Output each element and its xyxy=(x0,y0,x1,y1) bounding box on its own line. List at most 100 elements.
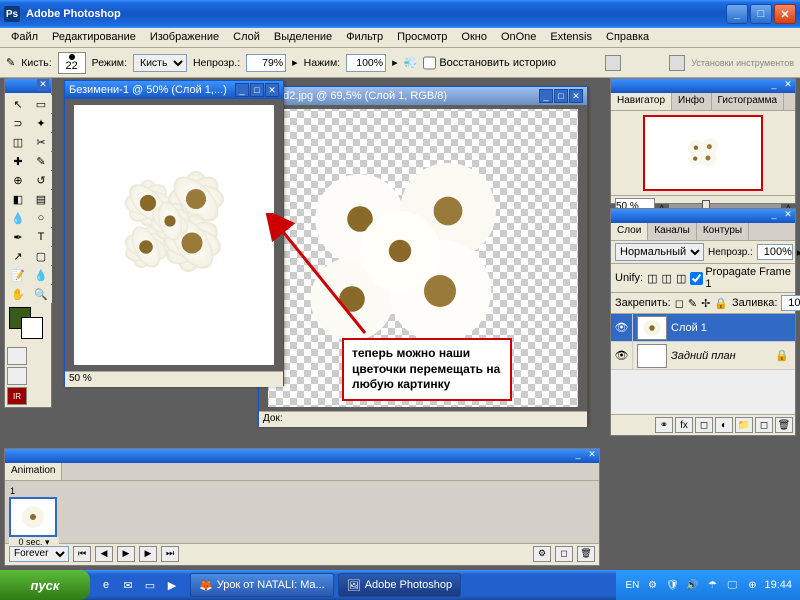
doc2-min-icon[interactable]: _ xyxy=(539,89,553,103)
start-button[interactable]: пуск xyxy=(0,570,90,600)
propagate-checkbox[interactable]: Propagate Frame 1 xyxy=(690,266,791,290)
layers-close-icon[interactable]: ✕ xyxy=(781,209,795,223)
gradient-tool[interactable]: ▤ xyxy=(30,190,52,208)
fill-input[interactable] xyxy=(781,295,800,311)
layers-min-icon[interactable]: _ xyxy=(767,209,781,223)
blur-tool[interactable]: 💧 xyxy=(7,209,29,227)
ql-desktop-icon[interactable]: ▭ xyxy=(140,574,160,596)
unify-icon-3[interactable]: ◫ xyxy=(676,272,686,285)
flow-arrow-icon[interactable]: ▸ xyxy=(392,56,398,69)
animation-close-icon[interactable]: ✕ xyxy=(585,449,599,463)
menu-extensis[interactable]: Extensis xyxy=(543,28,599,47)
ql-mail-icon[interactable]: ✉ xyxy=(118,574,138,596)
taskbar-item-2[interactable]: 🖼Adobe Photoshop xyxy=(338,573,461,597)
eyedropper-tool[interactable]: 💧 xyxy=(30,266,52,284)
anim-first-icon[interactable]: ⏮ xyxy=(73,546,91,562)
layer-adjust-icon[interactable]: ◐ xyxy=(715,417,733,433)
unify-icon-2[interactable]: ◫ xyxy=(662,272,672,285)
shape-tool[interactable]: ▢ xyxy=(30,247,52,265)
ql-player-icon[interactable]: ▶ xyxy=(162,574,182,596)
menu-file[interactable]: Файл xyxy=(4,28,45,47)
path-tool[interactable]: ↗ xyxy=(7,247,29,265)
paths-tab[interactable]: Контуры xyxy=(697,223,749,240)
opacity-input[interactable] xyxy=(246,54,286,72)
tray-icon-2[interactable]: 🛡 xyxy=(664,577,680,593)
tray-icon-1[interactable]: ⚙ xyxy=(644,577,660,593)
tray-icon-5[interactable]: 🖵 xyxy=(724,577,740,593)
layer1-thumbnail[interactable] xyxy=(637,316,667,340)
info-tab[interactable]: Инфо xyxy=(672,93,712,110)
doc1-min-icon[interactable]: _ xyxy=(235,83,249,97)
menu-view[interactable]: Просмотр xyxy=(390,28,454,47)
restore-history-checkbox[interactable]: Восстановить историю xyxy=(423,54,556,72)
heal-tool[interactable]: ✚ xyxy=(7,152,29,170)
channels-tab[interactable]: Каналы xyxy=(648,223,697,240)
lasso-tool[interactable]: ⊃ xyxy=(7,114,29,132)
doc1-titlebar[interactable]: Безимени-1 @ 50% (Слой 1,...) _□✕ xyxy=(65,81,283,99)
tray-icon-6[interactable]: ⊕ xyxy=(744,577,760,593)
menu-image[interactable]: Изображение xyxy=(143,28,226,47)
notes-tool[interactable]: 📝 xyxy=(7,266,29,284)
navigator-min-icon[interactable]: _ xyxy=(767,79,781,93)
layer-mask-icon[interactable]: ◻ xyxy=(695,417,713,433)
doc2-max-icon[interactable]: □ xyxy=(554,89,568,103)
history-brush-tool[interactable]: ↺ xyxy=(30,171,52,189)
airbrush-icon[interactable]: 💨 xyxy=(404,56,418,69)
brush-tool[interactable]: ✎ xyxy=(30,152,52,170)
anim-tween-icon[interactable]: ⚙ xyxy=(533,546,551,562)
type-tool[interactable]: T xyxy=(30,228,52,246)
anim-last-icon[interactable]: ⏭ xyxy=(161,546,179,562)
tray-icon-4[interactable]: ☂ xyxy=(704,577,720,593)
unify-icon-1[interactable]: ◫ xyxy=(647,272,657,285)
histogram-tab[interactable]: Гистограмма xyxy=(712,93,785,110)
doc2-titlebar[interactable]: ldc2d2.jpg @ 69,5% (Слой 1, RGB/8) _□✕ xyxy=(259,87,587,105)
layer-fx-icon[interactable]: fx xyxy=(675,417,693,433)
zoom-tool[interactable]: 🔍 xyxy=(30,285,52,303)
move-tool[interactable]: ↖ xyxy=(7,95,29,113)
marquee-tool[interactable]: ▭ xyxy=(30,95,52,113)
anim-prev-icon[interactable]: ◀ xyxy=(95,546,113,562)
menu-help[interactable]: Справка xyxy=(599,28,656,47)
lock-move-icon[interactable]: ✢ xyxy=(701,297,710,310)
mode-select[interactable]: Кисть xyxy=(133,54,187,72)
maximize-button[interactable]: □ xyxy=(750,4,772,24)
stamp-tool[interactable]: ⊕ xyxy=(7,171,29,189)
brush-preset-picker[interactable]: 22 xyxy=(58,52,86,74)
eraser-tool[interactable]: ◧ xyxy=(7,190,29,208)
animation-tab[interactable]: Animation xyxy=(5,463,62,480)
lang-indicator[interactable]: EN xyxy=(624,577,640,593)
layer-row-bg[interactable]: 👁 Задний план 🔒 xyxy=(611,342,795,370)
navigator-thumbnail[interactable] xyxy=(643,115,763,191)
layerbg-visibility-icon[interactable]: 👁 xyxy=(611,342,633,369)
anim-next-icon[interactable]: ▶ xyxy=(139,546,157,562)
menu-filter[interactable]: Фильтр xyxy=(339,28,390,47)
pen-tool[interactable]: ✒ xyxy=(7,228,29,246)
lock-trans-icon[interactable]: ◻ xyxy=(675,297,684,310)
document-window-1[interactable]: Безимени-1 @ 50% (Слой 1,...) _□✕ xyxy=(64,80,284,386)
layer-link-icon[interactable]: ⚭ xyxy=(655,417,673,433)
anim-play-icon[interactable]: ▶ xyxy=(117,546,135,562)
lock-all-icon[interactable]: 🔒 xyxy=(714,297,728,310)
background-color[interactable] xyxy=(21,317,43,339)
dodge-tool[interactable]: ○ xyxy=(30,209,52,227)
opacity-arrow-icon[interactable]: ▸ xyxy=(292,56,298,69)
animation-min-icon[interactable]: _ xyxy=(571,449,585,463)
minimize-button[interactable]: _ xyxy=(726,4,748,24)
tray-icon-3[interactable]: 🔊 xyxy=(684,577,700,593)
layer-folder-icon[interactable]: 📁 xyxy=(735,417,753,433)
menu-edit[interactable]: Редактирование xyxy=(45,28,143,47)
hand-tool[interactable]: ✋ xyxy=(7,285,29,303)
layer-delete-icon[interactable]: 🗑 xyxy=(775,417,793,433)
clock[interactable]: 19:44 xyxy=(764,579,792,591)
navigator-close-icon[interactable]: ✕ xyxy=(781,79,795,93)
doc2-close-icon[interactable]: ✕ xyxy=(569,89,583,103)
layer1-visibility-icon[interactable]: 👁 xyxy=(611,314,633,341)
layer-new-icon[interactable]: ◻ xyxy=(755,417,773,433)
quickmask-button[interactable] xyxy=(7,347,27,365)
doc1-close-icon[interactable]: ✕ xyxy=(265,83,279,97)
tool-presets-button[interactable] xyxy=(669,55,685,71)
doc1-max-icon[interactable]: □ xyxy=(250,83,264,97)
navigator-tab[interactable]: Навигатор xyxy=(611,93,672,110)
layerbg-thumbnail[interactable] xyxy=(637,344,667,368)
slice-tool[interactable]: ✂ xyxy=(30,133,52,151)
